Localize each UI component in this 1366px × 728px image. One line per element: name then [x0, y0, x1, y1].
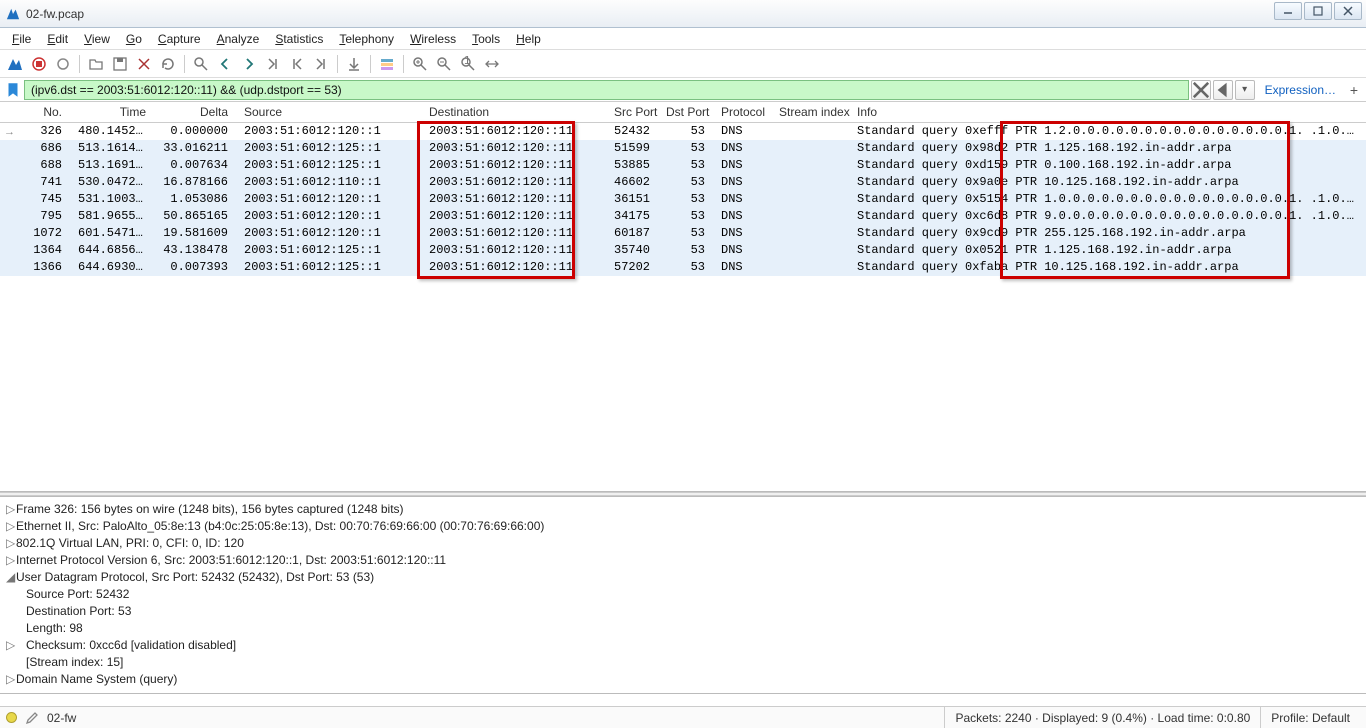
filter-apply-button[interactable]	[1213, 80, 1233, 100]
detail-line[interactable]: ▷Frame 326: 156 bytes on wire (1248 bits…	[6, 501, 1360, 518]
col-dst-port[interactable]: Dst Port	[660, 102, 715, 123]
toolbar-reload-icon[interactable]	[157, 53, 179, 75]
packet-list-pane: → No.TimeDeltaSourceDestinationSrc PortD…	[0, 102, 1366, 492]
packet-row[interactable]: 795581.96554550.8651652003:51:6012:120::…	[0, 208, 1366, 225]
detail-line[interactable]: [Stream index: 15]	[6, 654, 1360, 671]
detail-line[interactable]: Destination Port: 53	[6, 603, 1360, 620]
toolbar-save-icon[interactable]	[109, 53, 131, 75]
edit-capture-comment-icon[interactable]	[25, 711, 39, 725]
toolbar-goto-icon[interactable]	[262, 53, 284, 75]
detail-line[interactable]: Source Port: 52432	[6, 586, 1360, 603]
window-title: 02-fw.pcap	[26, 7, 84, 21]
toolbar-next-icon[interactable]	[238, 53, 260, 75]
display-filter-input[interactable]	[24, 80, 1189, 100]
packet-row[interactable]: 745531.1003801.0530862003:51:6012:120::1…	[0, 191, 1366, 208]
toolbar-colorize-icon[interactable]	[376, 53, 398, 75]
detail-line[interactable]: ▷Internet Protocol Version 6, Src: 2003:…	[6, 552, 1360, 569]
toolbar-zoom-out-icon[interactable]	[433, 53, 455, 75]
menu-tools[interactable]: Tools	[464, 30, 508, 48]
col-protocol[interactable]: Protocol	[715, 102, 773, 123]
col-info[interactable]: Info	[851, 102, 1366, 123]
packet-row[interactable]: 1366644.6930250.0073932003:51:6012:125::…	[0, 259, 1366, 276]
toolbar-prev-icon[interactable]	[214, 53, 236, 75]
expert-info-icon[interactable]	[6, 712, 17, 723]
status-file: 02-fw	[47, 711, 76, 725]
col-delta[interactable]: Delta	[156, 102, 238, 123]
detail-line[interactable]: ▷ Checksum: 0xcc6d [validation disabled]	[6, 637, 1360, 654]
packet-details-pane[interactable]: ▷Frame 326: 156 bytes on wire (1248 bits…	[0, 496, 1366, 694]
detail-line[interactable]: ◢User Datagram Protocol, Src Port: 52432…	[6, 569, 1360, 586]
toolbar-zoom-reset-icon[interactable]: 1	[457, 53, 479, 75]
packet-row[interactable]: 688513.1691280.0076342003:51:6012:125::1…	[0, 157, 1366, 174]
toolbar-autoscroll-icon[interactable]	[343, 53, 365, 75]
menu-statistics[interactable]: Statistics	[267, 30, 331, 48]
filter-toolbar: ▾ Expression… +	[0, 78, 1366, 102]
status-profile[interactable]: Profile: Default	[1260, 707, 1360, 728]
app-icon	[6, 7, 20, 21]
packet-table[interactable]: No.TimeDeltaSourceDestinationSrc PortDst…	[0, 102, 1366, 276]
menu-file[interactable]: File	[4, 30, 39, 48]
menu-bar: FileEditViewGoCaptureAnalyzeStatisticsTe…	[0, 28, 1366, 50]
filter-recent-button[interactable]: ▾	[1235, 80, 1255, 100]
filter-clear-button[interactable]	[1191, 80, 1211, 100]
col-source[interactable]: Source	[238, 102, 423, 123]
packet-row[interactable]: 686513.16149433.0162112003:51:6012:125::…	[0, 140, 1366, 157]
menu-analyze[interactable]: Analyze	[209, 30, 268, 48]
maximize-button[interactable]	[1304, 2, 1332, 20]
expression-button[interactable]: Expression…	[1257, 83, 1344, 97]
toolbar-zoom-in-icon[interactable]	[409, 53, 431, 75]
toolbar-restart-icon[interactable]	[52, 53, 74, 75]
detail-line[interactable]: Length: 98	[6, 620, 1360, 637]
toolbar-first-icon[interactable]	[286, 53, 308, 75]
toolbar-resize-cols-icon[interactable]	[481, 53, 503, 75]
minimize-button[interactable]	[1274, 2, 1302, 20]
main-toolbar: 1	[0, 50, 1366, 78]
status-bar: 02-fw Packets: 2240 · Displayed: 9 (0.4%…	[0, 706, 1366, 728]
packet-row[interactable]: 326480.1452830.0000002003:51:6012:120::1…	[0, 123, 1366, 140]
menu-edit[interactable]: Edit	[39, 30, 76, 48]
menu-wireless[interactable]: Wireless	[402, 30, 464, 48]
close-button[interactable]	[1334, 2, 1362, 20]
menu-capture[interactable]: Capture	[150, 30, 209, 48]
bookmark-icon[interactable]	[4, 81, 22, 99]
toolbar-start-capture-icon[interactable]	[4, 53, 26, 75]
toolbar-close-icon[interactable]	[133, 53, 155, 75]
goto-arrow-icon: →	[4, 126, 15, 138]
toolbar-last-icon[interactable]	[310, 53, 332, 75]
packet-row[interactable]: 1072601.54715419.5816092003:51:6012:120:…	[0, 225, 1366, 242]
detail-line[interactable]: ▷Domain Name System (query)	[6, 671, 1360, 688]
detail-line[interactable]: ▷802.1Q Virtual LAN, PRI: 0, CFI: 0, ID:…	[6, 535, 1360, 552]
col-stream-index[interactable]: Stream index	[773, 102, 851, 123]
detail-line[interactable]: ▷Ethernet II, Src: PaloAlto_05:8e:13 (b4…	[6, 518, 1360, 535]
menu-help[interactable]: Help	[508, 30, 549, 48]
menu-go[interactable]: Go	[118, 30, 150, 48]
status-packets: Packets: 2240 · Displayed: 9 (0.4%) · Lo…	[944, 707, 1260, 728]
col-destination[interactable]: Destination	[423, 102, 608, 123]
col-time[interactable]: Time	[72, 102, 156, 123]
packet-row[interactable]: 1364644.68563243.1384782003:51:6012:125:…	[0, 242, 1366, 259]
col-no-[interactable]: No.	[0, 102, 72, 123]
toolbar-find-icon[interactable]	[190, 53, 212, 75]
menu-telephony[interactable]: Telephony	[331, 30, 402, 48]
col-src-port[interactable]: Src Port	[608, 102, 660, 123]
title-bar: 02-fw.pcap	[0, 0, 1366, 28]
toolbar-stop-icon[interactable]	[28, 53, 50, 75]
toolbar-open-icon[interactable]	[85, 53, 107, 75]
menu-view[interactable]: View	[76, 30, 118, 48]
filter-add-button[interactable]: +	[1346, 82, 1362, 98]
packet-row[interactable]: 741530.04729416.8781662003:51:6012:110::…	[0, 174, 1366, 191]
